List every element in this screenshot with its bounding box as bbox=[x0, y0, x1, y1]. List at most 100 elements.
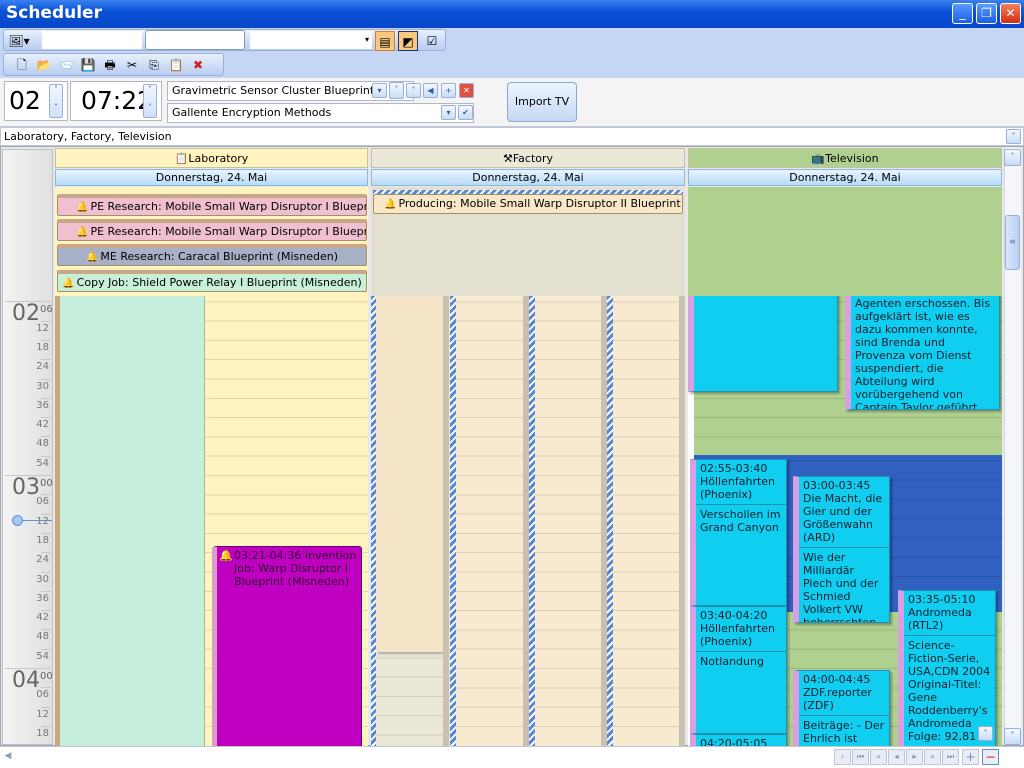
minute-tick: 06 bbox=[36, 689, 49, 701]
maximize-button[interactable]: ❐ bbox=[976, 3, 997, 24]
hatch-bar bbox=[607, 296, 613, 746]
bell-icon: 🔔 bbox=[85, 252, 99, 263]
minute-tick: 48 bbox=[36, 438, 49, 450]
nav-remove-icon[interactable]: − bbox=[982, 749, 999, 765]
column-title: Laboratory bbox=[188, 152, 249, 165]
nav-prev-icon[interactable]: ◂ bbox=[888, 749, 905, 765]
column-header-factory[interactable]: ⚒Factory bbox=[371, 148, 685, 168]
tv-event[interactable]: gegen ihn und einen FBI-Agenten erschoss… bbox=[845, 296, 1000, 410]
tv-event[interactable]: 03:35-05:10 Andromeda (RTL2) Science-Fict… bbox=[898, 590, 996, 746]
nav-prev-page-icon[interactable]: « bbox=[870, 749, 887, 765]
column-header-laboratory[interactable]: 📋Laboratory bbox=[55, 148, 368, 168]
current-time-handle[interactable] bbox=[12, 514, 23, 526]
minute-tick: 48 bbox=[36, 631, 49, 643]
tv-event[interactable]: 02:55-03:40 Höllenfahrten (Phoenix) Versc… bbox=[690, 459, 787, 606]
invention-job-event[interactable]: 🔔 03:21-04:36 Invention Job: Warp Disrupt… bbox=[212, 546, 362, 746]
minute-tick: 18 bbox=[36, 534, 49, 546]
tv-allday bbox=[688, 187, 1002, 296]
bell-icon: 🔔 bbox=[76, 202, 89, 213]
back-icon[interactable]: ◀ bbox=[423, 83, 438, 98]
event-text: PE Research: Mobile Small Warp Disruptor… bbox=[90, 200, 367, 213]
minute-tick: 18 bbox=[36, 727, 49, 739]
task-check-icon[interactable]: ☑ bbox=[422, 31, 442, 51]
minimize-button[interactable]: _ bbox=[952, 3, 973, 24]
clipboard-icon: 📋 bbox=[174, 152, 189, 165]
nav-next-item-icon[interactable]: ▸ bbox=[906, 749, 923, 765]
remove-icon[interactable]: ✕ bbox=[459, 83, 474, 98]
tv-event[interactable]: 04:20-05:05 bbox=[690, 734, 787, 746]
time-spinner[interactable]: 07:22 ˄ ˅ bbox=[70, 81, 162, 121]
resource-filter-dropdown[interactable]: ˅ bbox=[1006, 129, 1021, 144]
allday-event[interactable]: 🔔 PE Research: Mobile Small Warp Disrupto… bbox=[57, 194, 367, 216]
blueprint-combo-value: Gravimetric Sensor Cluster Blueprint bbox=[172, 84, 375, 97]
scroll-thumb[interactable]: ≡ bbox=[1005, 215, 1020, 270]
copy-icon[interactable]: ⎘ bbox=[144, 55, 164, 75]
resource-filter[interactable]: Laboratory, Factory, Television bbox=[0, 127, 1024, 146]
expand-event-button[interactable]: ˅ bbox=[978, 726, 993, 741]
combo1-dropdown-button[interactable]: ▾ bbox=[372, 83, 387, 98]
minute-tick: 54 bbox=[36, 457, 49, 469]
factory-free-slots[interactable] bbox=[375, 652, 451, 746]
minute-tick: 06 bbox=[36, 496, 49, 508]
tv-event[interactable]: 04:00-04:45 ZDF.reporter (ZDF) Beiträge: … bbox=[793, 670, 890, 746]
nav-next-icon[interactable]: › bbox=[834, 749, 851, 765]
open-icon[interactable]: 📂 bbox=[34, 55, 54, 75]
toolbar-text-1[interactable] bbox=[42, 31, 142, 49]
tools-icon: ⚒ bbox=[502, 152, 513, 165]
scroll-down-button[interactable]: ˅ bbox=[1004, 728, 1021, 745]
nav-last-icon[interactable]: ⏭ bbox=[942, 749, 959, 765]
production-event[interactable] bbox=[376, 296, 443, 652]
import-tv-button[interactable]: Import TV bbox=[507, 82, 577, 122]
cut-icon[interactable]: ✂ bbox=[122, 55, 142, 75]
resource-view-icon[interactable]: ◩ bbox=[398, 31, 418, 51]
scroll-up-button[interactable]: ˄ bbox=[1004, 149, 1021, 166]
up-button[interactable]: ˄ bbox=[406, 83, 421, 98]
confirm-icon[interactable]: ✔ bbox=[458, 105, 473, 120]
chevron-down-icon[interactable]: ▾ bbox=[365, 35, 369, 44]
nav-add-icon[interactable]: + bbox=[962, 749, 979, 765]
picture-dropdown-icon[interactable]: 🖼▾ bbox=[5, 31, 33, 51]
combo2-dropdown-button[interactable]: ▾ bbox=[441, 105, 456, 120]
event-title: 02:55-03:40 Höllenfahrten (Phoenix) bbox=[700, 462, 776, 501]
toolbar-combo[interactable]: ▾ bbox=[250, 31, 372, 49]
paste-icon[interactable]: 📋 bbox=[166, 55, 186, 75]
event-text: Copy Job: Shield Power Relay I Blueprint… bbox=[76, 276, 362, 289]
tv-event[interactable] bbox=[688, 296, 838, 392]
event-text: ME Research: Caracal Blueprint (Misneden… bbox=[100, 250, 339, 263]
column-header-television[interactable]: 📺Television bbox=[688, 148, 1002, 168]
tick-line bbox=[41, 629, 51, 631]
calendar-view-icon[interactable]: ▤ bbox=[375, 31, 395, 51]
encryption-combo[interactable]: Gallente Encryption Methods bbox=[167, 103, 474, 123]
event-text: Producing: Mobile Small Warp Disruptor I… bbox=[398, 197, 683, 210]
window-title: Scheduler bbox=[6, 3, 102, 23]
tick-line bbox=[41, 706, 51, 708]
allday-event[interactable]: 🔔 PE Research: Mobile Small Warp Disrupto… bbox=[57, 219, 367, 241]
scroll-left-icon[interactable]: ◀ bbox=[0, 747, 16, 765]
save-icon[interactable]: 💾 bbox=[78, 55, 98, 75]
nav-next-page-icon[interactable]: » bbox=[924, 749, 941, 765]
tv-event[interactable]: 03:40-04:20 Höllenfahrten (Phoenix) Notla… bbox=[690, 606, 787, 734]
toolbar-input[interactable] bbox=[145, 30, 245, 50]
tv-event[interactable]: 03:00-03:45 Die Macht, die Gier und der … bbox=[793, 476, 890, 623]
event-title: 04:00-04:45 ZDF.reporter (ZDF) bbox=[803, 673, 872, 712]
allday-event[interactable]: 🔔 ME Research: Caracal Blueprint (Misnede… bbox=[57, 244, 367, 266]
close-button[interactable]: ✕ bbox=[1000, 3, 1021, 24]
down-button[interactable]: ˅ bbox=[389, 82, 404, 99]
allday-event[interactable]: 🔔 Producing: Mobile Small Warp Disruptor … bbox=[373, 194, 683, 214]
event-text: PE Research: Mobile Small Warp Disruptor… bbox=[90, 225, 367, 238]
add-icon[interactable]: + bbox=[441, 83, 456, 98]
day-spin-buttons[interactable]: ˄ ˅ bbox=[49, 84, 63, 118]
nav-first-icon[interactable]: ⏮ bbox=[852, 749, 869, 765]
delete-icon[interactable]: ✖ bbox=[188, 55, 208, 75]
tick-line bbox=[41, 532, 51, 534]
minute-tick: 24 bbox=[36, 554, 49, 566]
minute-tick: 12 bbox=[36, 708, 49, 720]
allday-event[interactable]: 🔔 Copy Job: Shield Power Relay I Blueprin… bbox=[57, 270, 367, 292]
new-icon[interactable]: 🗋 bbox=[12, 55, 32, 75]
event-desc: gegen ihn und einen FBI-Agenten erschoss… bbox=[855, 296, 993, 410]
send-icon[interactable]: 📨 bbox=[56, 55, 76, 75]
current-time-marker[interactable] bbox=[12, 514, 52, 526]
time-spin-buttons[interactable]: ˄ ˅ bbox=[143, 84, 157, 118]
day-spinner[interactable]: 02 ˄ ˅ bbox=[4, 81, 68, 121]
print-icon[interactable]: 🖶 bbox=[100, 55, 120, 75]
